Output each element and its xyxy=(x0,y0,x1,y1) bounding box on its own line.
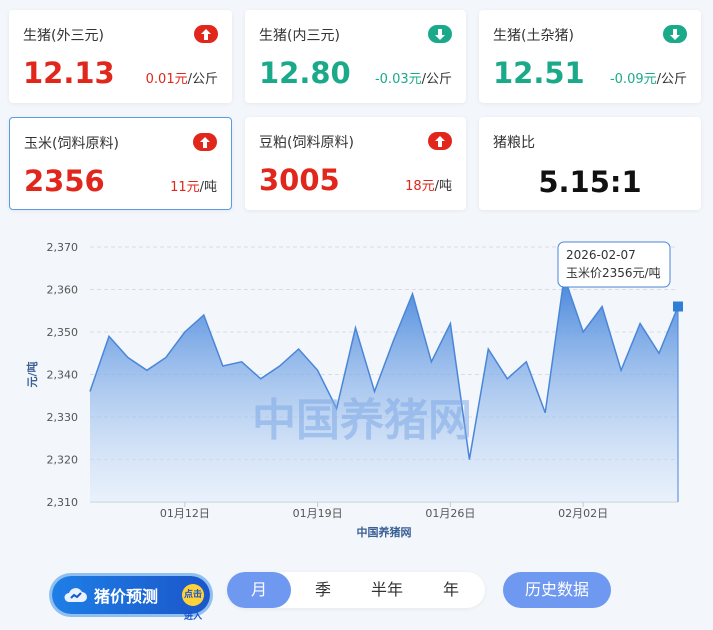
card-change: -0.09元/公斤 xyxy=(609,72,687,87)
x-tick-label: 01月26日 xyxy=(425,507,475,520)
card-change: 0.01元/公斤 xyxy=(145,72,218,87)
x-tick-label: 01月12日 xyxy=(160,507,210,520)
card-price: 12.13 xyxy=(23,56,115,90)
card-price: 2356 xyxy=(24,164,105,198)
y-axis-label: 元/吨 xyxy=(25,361,39,387)
tab-quarter[interactable]: 季 xyxy=(291,572,355,608)
card-price: 3005 xyxy=(259,163,340,197)
forecast-go-badge: 点击进入 xyxy=(182,584,204,622)
tab-year[interactable]: 年 xyxy=(419,572,483,608)
card-price: 12.51 xyxy=(493,56,585,90)
tab-month[interactable]: 月 xyxy=(227,572,291,608)
card-name: 生猪(内三元) xyxy=(259,28,340,44)
down-arrow-icon xyxy=(663,25,687,43)
y-tick-label: 2,310 xyxy=(47,496,79,509)
x-tick-label: 02月02日 xyxy=(558,507,608,520)
card-change: 18元/吨 xyxy=(405,179,452,194)
card-change: 11元/吨 xyxy=(170,180,217,195)
price-card-pig-inner[interactable]: 生猪(内三元) 12.80 -0.03元/公斤 xyxy=(245,10,466,103)
y-tick-label: 2,330 xyxy=(47,411,79,424)
card-name: 生猪(土杂猪) xyxy=(493,28,574,44)
x-tick-label: 01月19日 xyxy=(293,507,343,520)
x-axis-label: 中国养猪网 xyxy=(357,525,412,539)
hover-marker xyxy=(673,301,683,312)
y-tick-label: 2,350 xyxy=(47,326,79,339)
card-change: -0.03元/公斤 xyxy=(374,72,452,87)
y-tick-label: 2,360 xyxy=(47,284,79,297)
corn-price-chart[interactable]: 2,310 2,320 2,330 2,340 2,350 2,360 2,370 元/吨 01… xyxy=(0,230,713,550)
tooltip-value: 玉米价2356元/吨 xyxy=(566,266,661,280)
up-arrow-icon xyxy=(193,133,217,151)
price-card-corn[interactable]: 玉米(饲料原料) 2356 11元/吨 xyxy=(9,117,232,210)
period-tabs: 月 季 半年 年 xyxy=(227,572,485,608)
tooltip-date: 2026-02-07 xyxy=(566,248,636,262)
y-tick-label: 2,340 xyxy=(47,369,79,382)
y-tick-label: 2,370 xyxy=(47,241,79,254)
card-name: 猪粮比 xyxy=(493,135,535,151)
history-data-button[interactable]: 历史数据 xyxy=(503,572,611,608)
cloud-icon xyxy=(64,588,87,602)
price-card-pig-mixed[interactable]: 生猪(土杂猪) 12.51 -0.09元/公斤 xyxy=(479,10,701,103)
watermark: 中国养猪网 xyxy=(252,395,472,446)
up-arrow-icon xyxy=(428,132,452,150)
down-arrow-icon xyxy=(428,25,452,43)
pig-grain-ratio-card[interactable]: 猪粮比 5.15:1 xyxy=(479,117,701,210)
price-forecast-button[interactable]: 猪价预测 点击进入 xyxy=(52,576,210,622)
tab-half-year[interactable]: 半年 xyxy=(355,572,419,608)
area-fill xyxy=(90,276,678,502)
card-name: 玉米(饲料原料) xyxy=(24,136,119,152)
forecast-label: 猪价预测 xyxy=(94,587,159,606)
price-card-soybean-meal[interactable]: 豆粕(饲料原料) 3005 18元/吨 xyxy=(245,117,466,210)
price-card-pig-outer[interactable]: 生猪(外三元) 12.13 0.01元/公斤 xyxy=(9,10,232,103)
card-price: 12.80 xyxy=(259,56,351,90)
up-arrow-icon xyxy=(194,25,218,43)
ratio-value: 5.15:1 xyxy=(538,165,642,199)
card-name: 生猪(外三元) xyxy=(23,28,104,44)
card-name: 豆粕(饲料原料) xyxy=(259,135,354,151)
y-tick-label: 2,320 xyxy=(47,454,79,467)
